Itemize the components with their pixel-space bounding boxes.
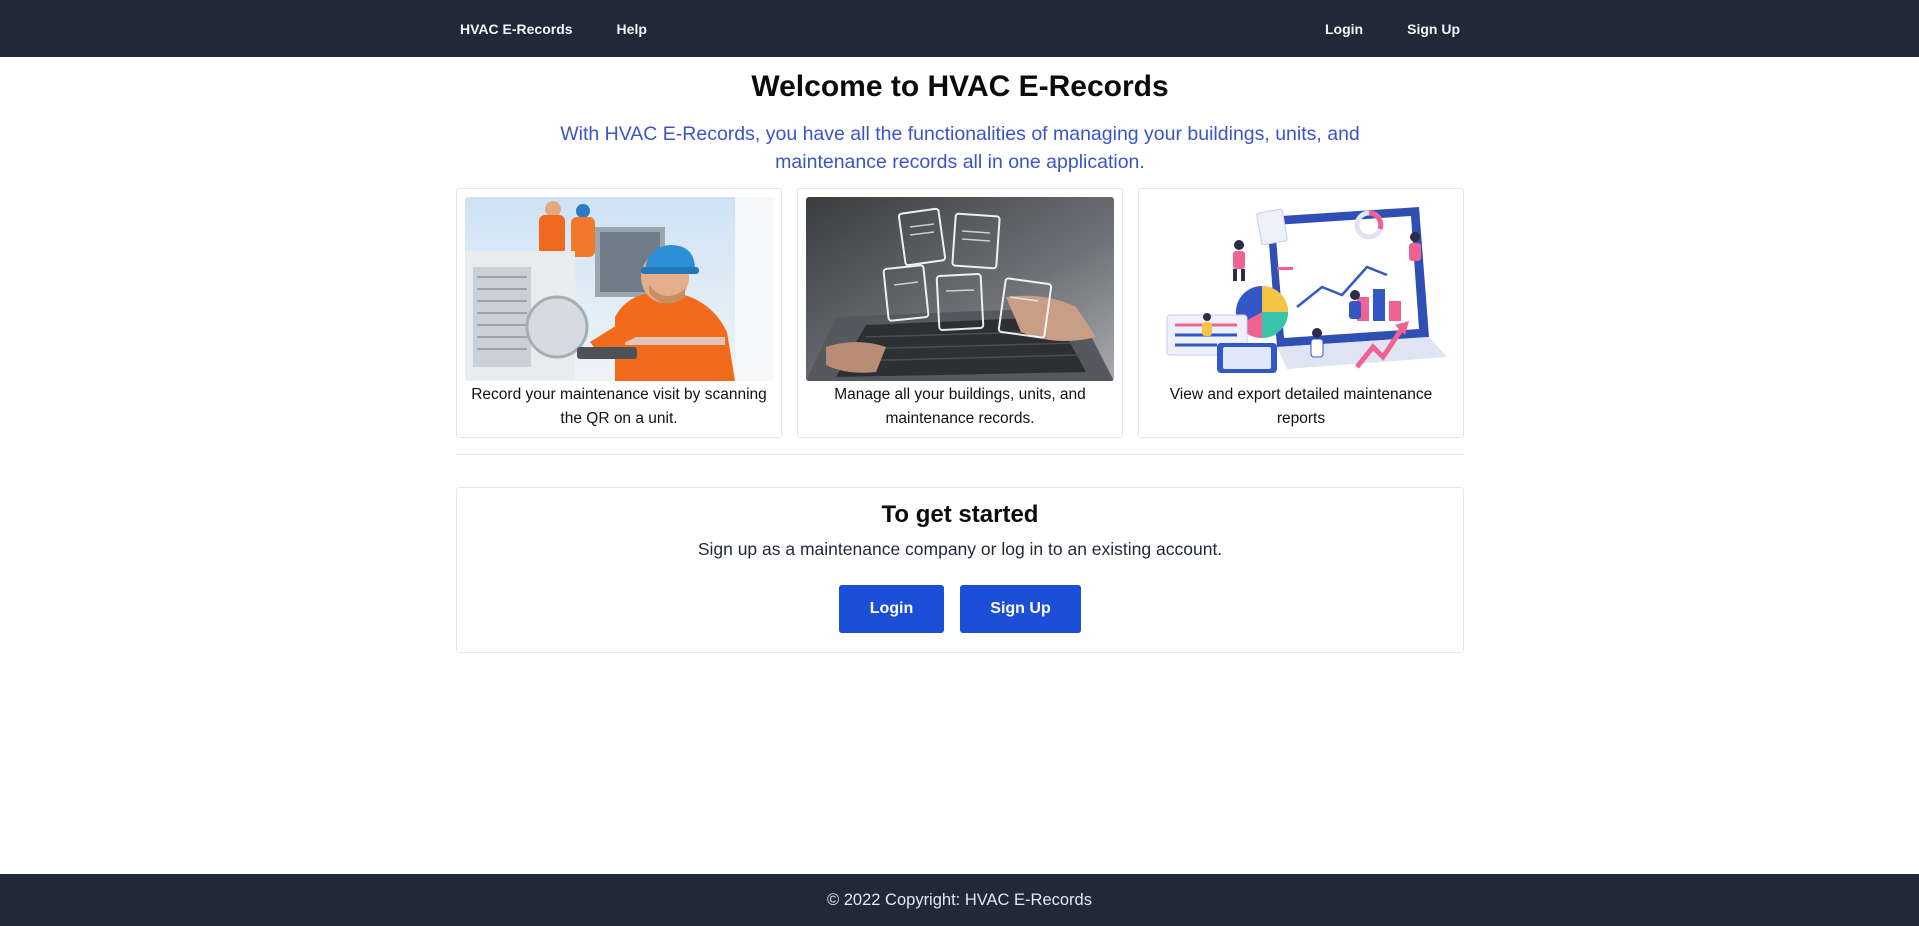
get-started-buttons: Login Sign Up — [457, 585, 1463, 633]
nav-help-link[interactable]: Help — [613, 15, 651, 43]
page-footer: © 2022 Copyright: HVAC E-Records — [0, 874, 1919, 926]
nav-signup-link[interactable]: Sign Up — [1403, 15, 1464, 43]
login-button[interactable]: Login — [839, 585, 944, 633]
feature-caption: Record your maintenance visit by scannin… — [471, 386, 767, 427]
signup-button[interactable]: Sign Up — [960, 585, 1081, 633]
navbar-inner: HVAC E-Records Help Login Sign Up — [456, 0, 1464, 57]
laptop-documents-photo — [806, 197, 1114, 381]
footer-copyright: © 2022 Copyright: HVAC E-Records — [827, 890, 1092, 909]
get-started-title: To get started — [881, 501, 1039, 528]
get-started-panel: To get started Sign up as a maintenance … — [456, 487, 1464, 653]
feature-cards: Record your maintenance visit by scannin… — [456, 188, 1464, 438]
section-divider — [456, 454, 1464, 455]
get-started-text: Sign up as a maintenance company or log … — [697, 539, 1223, 559]
nav-login-link[interactable]: Login — [1321, 15, 1367, 43]
main-content: Welcome to HVAC E-Records With HVAC E-Re… — [456, 57, 1464, 653]
feature-card-scan: Record your maintenance visit by scannin… — [456, 188, 782, 438]
top-navbar: HVAC E-Records Help Login Sign Up — [0, 0, 1919, 57]
technician-photo — [465, 197, 773, 381]
navbar-left: HVAC E-Records Help — [456, 15, 687, 43]
page-subtitle: With HVAC E-Records, you have all the fu… — [560, 123, 1360, 173]
page-title: Welcome to HVAC E-Records — [751, 70, 1169, 103]
feature-caption: Manage all your buildings, units, and ma… — [834, 386, 1086, 427]
reports-illustration — [1147, 197, 1455, 381]
navbar-right: Login Sign Up — [1285, 15, 1464, 43]
nav-brand-link[interactable]: HVAC E-Records — [456, 15, 577, 43]
feature-card-reports: View and export detailed maintenance rep… — [1138, 188, 1464, 438]
feature-caption: View and export detailed maintenance rep… — [1169, 386, 1433, 427]
feature-card-manage: Manage all your buildings, units, and ma… — [797, 188, 1123, 438]
